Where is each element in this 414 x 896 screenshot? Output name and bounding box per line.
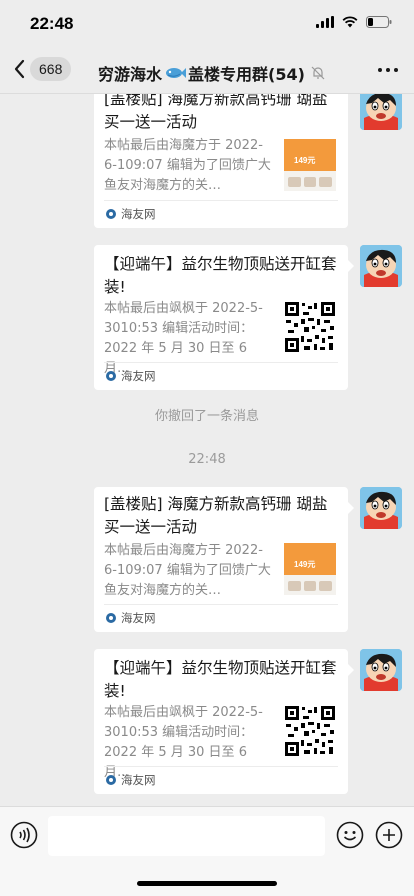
more-dot-icon [378, 68, 382, 72]
bubble-tail [348, 502, 354, 514]
home-indicator[interactable] [137, 881, 277, 886]
mute-bell-icon [311, 66, 325, 80]
status-icons [316, 16, 392, 28]
card-description: 本帖最后由飒枫于 2022-5-3010:53 编辑活动时间：2022 年 5 … [104, 301, 263, 376]
qr-code-icon [285, 706, 335, 756]
avatar[interactable] [360, 94, 402, 130]
message-text-input[interactable] [48, 816, 325, 856]
more-dot-icon [394, 68, 398, 72]
card-description: 本帖最后由海魔方于 2022-6-109:07 编辑为了回馈广大鱼友对海魔方的关… [104, 543, 271, 598]
card-thumbnail: 149元 [284, 543, 336, 595]
card-title: [盖楼贴] 海魔方新款高钙珊 瑚盐买一送一活动 [104, 495, 328, 536]
card-divider [104, 766, 338, 767]
recall-notice: 你撤回了一条消息 [154, 409, 259, 424]
more-actions-button[interactable] [375, 821, 403, 853]
voice-icon [10, 821, 38, 849]
chat-title: 穷游海水 盖楼专用群(54) [98, 61, 328, 85]
bubble-tail [348, 664, 354, 676]
more-dot-icon [386, 68, 390, 72]
link-card-message[interactable]: 【迎端午】益尔生物顶贴送开缸套装! 本帖最后由飒枫于 2022-5-3010:5… [94, 649, 348, 794]
card-description: 本帖最后由飒枫于 2022-5-3010:53 编辑活动时间：2022 年 5 … [104, 705, 263, 780]
card-source: 海友网 [106, 772, 156, 788]
chevron-left-icon [14, 59, 25, 79]
battery-icon [366, 16, 392, 28]
more-options-button[interactable] [378, 68, 398, 72]
back-button[interactable]: 668 [12, 57, 72, 81]
source-logo-icon [106, 371, 116, 381]
status-time: 22:48 [30, 14, 74, 33]
cartoon-avatar-icon [360, 245, 402, 287]
card-divider [104, 604, 338, 605]
card-description: 本帖最后由海魔方于 2022-6-109:07 编辑为了回馈广大鱼友对海魔方的关… [104, 138, 271, 193]
wifi-icon [342, 16, 358, 28]
avatar[interactable] [360, 649, 402, 691]
chat-message-list[interactable]: [盖楼贴] 海魔方新款高钙珊 瑚盐买一送一活动 本帖最后由海魔方于 2022-6… [0, 94, 414, 806]
card-source: 海友网 [106, 368, 156, 384]
cartoon-avatar-icon [360, 94, 402, 130]
link-card-message[interactable]: 【迎端午】益尔生物顶贴送开缸套装! 本帖最后由飒枫于 2022-5-3010:5… [94, 245, 348, 390]
smiley-icon [336, 821, 364, 849]
source-logo-icon [106, 209, 116, 219]
emoji-button[interactable] [336, 821, 364, 853]
cartoon-avatar-icon [360, 649, 402, 691]
card-title: [盖楼贴] 海魔方新款高钙珊 瑚盐买一送一活动 [104, 94, 328, 131]
plus-icon [375, 821, 403, 849]
chat-header: 668 穷游海水 盖楼专用群(54) [0, 48, 414, 94]
timestamp-divider: 22:48 [188, 452, 226, 467]
bubble-tail [348, 260, 354, 272]
source-name: 海友网 [121, 369, 156, 383]
card-source: 海友网 [106, 206, 156, 222]
link-card-message[interactable]: [盖楼贴] 海魔方新款高钙珊 瑚盐买一送一活动 本帖最后由海魔方于 2022-6… [94, 94, 348, 228]
source-name: 海友网 [121, 611, 156, 625]
unread-count-badge: 668 [30, 57, 72, 81]
card-divider [104, 200, 338, 201]
card-source: 海友网 [106, 610, 156, 626]
card-thumbnail [284, 301, 336, 353]
card-title: 【迎端午】益尔生物顶贴送开缸套装! [104, 659, 337, 700]
fish-emoji-icon [166, 68, 187, 78]
link-card-message[interactable]: [盖楼贴] 海魔方新款高钙珊 瑚盐买一送一活动 本帖最后由海魔方于 2022-6… [94, 487, 348, 632]
source-logo-icon [106, 613, 116, 623]
avatar[interactable] [360, 487, 402, 529]
source-name: 海友网 [121, 773, 156, 787]
cartoon-avatar-icon [360, 487, 402, 529]
card-thumbnail: 149元 [284, 139, 336, 191]
source-logo-icon [106, 775, 116, 785]
status-bar: 22:48 [0, 0, 414, 48]
thumbnail-price: 149元 [294, 560, 316, 569]
voice-input-button[interactable] [10, 821, 38, 853]
signal-icon [316, 16, 334, 28]
thumbnail-price: 149元 [294, 156, 316, 165]
source-name: 海友网 [121, 207, 156, 221]
card-divider [104, 362, 338, 363]
chat-title-part1: 穷游海水 [98, 65, 163, 84]
qr-code-icon [285, 302, 335, 352]
card-thumbnail [284, 705, 336, 757]
avatar[interactable] [360, 245, 402, 287]
chat-title-part2: 盖楼专用群(54) [188, 65, 305, 84]
card-title: 【迎端午】益尔生物顶贴送开缸套装! [104, 255, 337, 296]
